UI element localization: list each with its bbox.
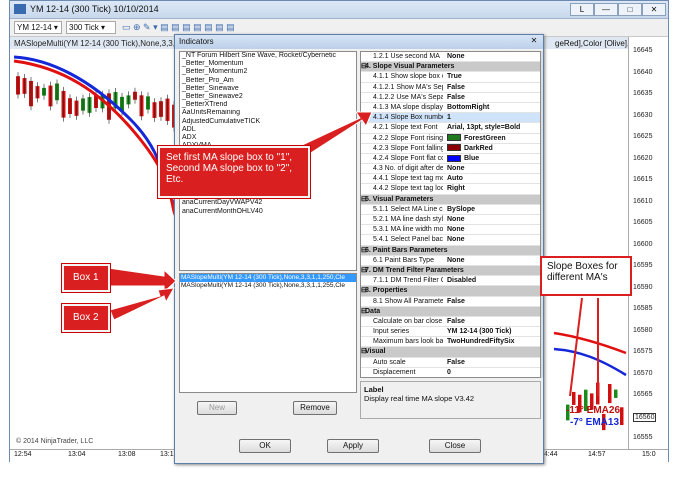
box1-arrow	[107, 267, 177, 294]
instruction-arrow	[299, 111, 373, 157]
slope-boxes-callout: Slope Boxes for different MA's	[540, 256, 632, 296]
callout-arrows	[107, 111, 599, 397]
instruction-callout: Set first MA slope box to "1", Second MA…	[158, 146, 310, 198]
box2-arrow	[109, 287, 175, 321]
box2-callout: Box 2	[62, 304, 110, 332]
slope-arrow-1	[569, 297, 583, 397]
box1-callout: Box 1	[62, 264, 110, 292]
